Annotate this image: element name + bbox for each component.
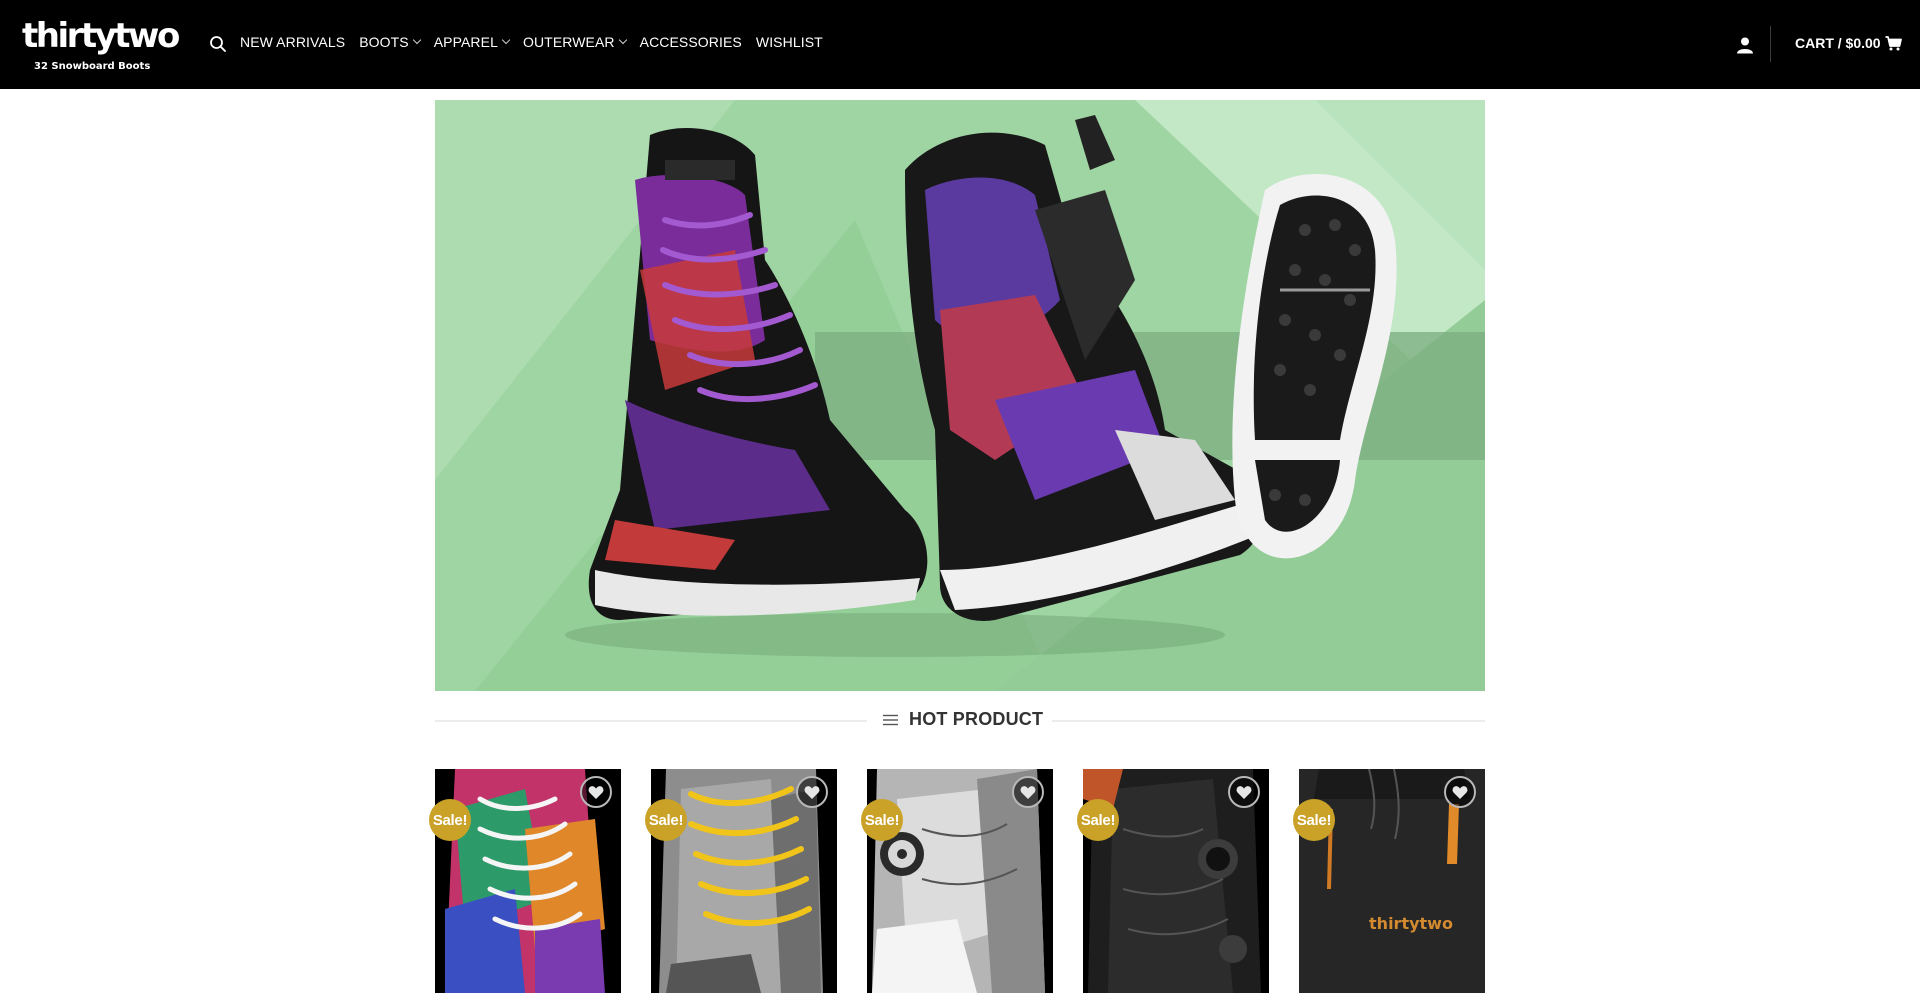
brand-logo[interactable]: thirtytwo 32 Snowboard Boots bbox=[22, 18, 180, 74]
shopping-cart-icon bbox=[1885, 35, 1902, 50]
section-title: HOT PRODUCT bbox=[909, 709, 1044, 729]
section-title-group: HOT PRODUCT bbox=[883, 709, 1043, 730]
section-heading: HOT PRODUCT bbox=[435, 705, 1485, 735]
search-icon[interactable] bbox=[209, 35, 227, 53]
product-wordmark: thirtytwo bbox=[1369, 914, 1453, 933]
nav-item-boots[interactable]: BOOTS bbox=[359, 34, 421, 50]
cart-label: CART / $0.00 bbox=[1795, 35, 1881, 51]
nav-item-label: BOOTS bbox=[359, 34, 409, 50]
brand-wordmark: thirtytwo bbox=[22, 16, 180, 56]
chevron-down-icon bbox=[412, 35, 421, 45]
nav-item-label: NEW ARRIVALS bbox=[240, 34, 346, 50]
nav-item-label: OUTERWEAR bbox=[522, 34, 615, 50]
main-nav: NEW ARRIVALS BOOTS APPAREL OUTERWEAR ACC… bbox=[240, 34, 837, 50]
nav-item-new-arrivals[interactable]: NEW ARRIVALS bbox=[240, 34, 345, 50]
heart-icon bbox=[1236, 785, 1252, 799]
header-divider bbox=[1770, 26, 1771, 62]
wishlist-button[interactable] bbox=[796, 776, 828, 808]
section-divider-right bbox=[1052, 720, 1485, 722]
wishlist-button[interactable] bbox=[1444, 776, 1476, 808]
heart-icon bbox=[588, 785, 604, 799]
hero-image bbox=[435, 100, 1485, 691]
heart-icon bbox=[1020, 785, 1036, 799]
sale-badge: Sale! bbox=[1293, 799, 1335, 841]
chevron-down-icon bbox=[501, 35, 511, 45]
sale-badge: Sale! bbox=[429, 799, 471, 841]
wishlist-button[interactable] bbox=[1228, 776, 1260, 808]
section-divider-left bbox=[435, 720, 867, 722]
nav-item-label: APPAREL bbox=[433, 34, 498, 50]
heart-icon bbox=[804, 785, 820, 799]
hero-banner[interactable] bbox=[435, 100, 1485, 691]
menu-lines-icon bbox=[883, 714, 898, 725]
user-icon[interactable] bbox=[1736, 36, 1754, 54]
sale-badge: Sale! bbox=[861, 799, 903, 841]
nav-item-label: ACCESSORIES bbox=[639, 34, 742, 50]
nav-item-wishlist[interactable]: WISHLIST bbox=[756, 34, 823, 50]
sale-badge: Sale! bbox=[645, 799, 687, 841]
nav-item-apparel[interactable]: APPAREL bbox=[433, 34, 511, 50]
nav-item-label: WISHLIST bbox=[755, 34, 823, 50]
sale-badge: Sale! bbox=[1077, 799, 1119, 841]
nav-item-accessories[interactable]: ACCESSORIES bbox=[640, 34, 742, 50]
wishlist-button[interactable] bbox=[1012, 776, 1044, 808]
heart-icon bbox=[1452, 785, 1468, 799]
brand-tagline: 32 Snowboard Boots bbox=[34, 61, 151, 72]
wishlist-button[interactable] bbox=[580, 776, 612, 808]
nav-item-outerwear[interactable]: OUTERWEAR bbox=[522, 34, 627, 50]
chevron-down-icon bbox=[618, 35, 627, 45]
site-header: thirtytwo 32 Snowboard Boots NEW ARRIVAL… bbox=[0, 0, 1920, 89]
cart-link[interactable]: CART / $0.00 bbox=[1795, 35, 1902, 51]
